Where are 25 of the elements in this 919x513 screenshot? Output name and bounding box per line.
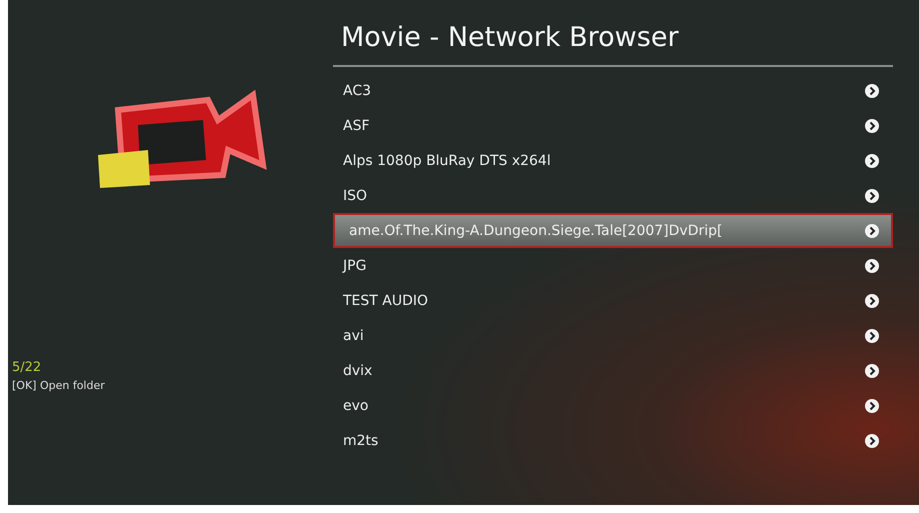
arrow-right-icon [865, 154, 879, 168]
folder-item[interactable]: Alps 1080p BluRay DTS x264l [333, 143, 893, 178]
arrow-right-icon [865, 258, 879, 272]
arrow-right-icon [865, 364, 879, 378]
folder-item[interactable]: dvix [333, 353, 893, 388]
arrow-right-icon [865, 398, 879, 412]
folder-item[interactable]: AC3 [333, 73, 893, 108]
folder-item[interactable]: ISO [333, 178, 893, 213]
arrow-right-icon [865, 328, 879, 342]
arrow-right-icon [865, 434, 879, 448]
arrow-right-icon [865, 224, 879, 238]
open-folder-hint: [OK] Open folder [12, 379, 106, 392]
folder-item[interactable]: avi [333, 318, 893, 353]
folder-item[interactable]: ASF [333, 108, 893, 143]
folder-item[interactable]: TEST AUDIO [333, 283, 893, 318]
arrow-right-icon [865, 118, 879, 132]
item-position-counter: 5/22 [12, 360, 42, 375]
folder-item[interactable]: evo [333, 388, 893, 423]
browser-title: Movie - Network Browser [341, 22, 680, 53]
arrow-right-icon [865, 84, 879, 98]
folder-item[interactable]: m2ts [333, 423, 893, 458]
folder-item[interactable]: ame.Of.The.King-A.Dungeon.Siege.Tale[2007]DvDrip[ [333, 213, 893, 248]
arrow-right-icon [865, 188, 879, 202]
folder-item[interactable]: JPG [333, 248, 893, 283]
arrow-right-icon [865, 294, 879, 308]
